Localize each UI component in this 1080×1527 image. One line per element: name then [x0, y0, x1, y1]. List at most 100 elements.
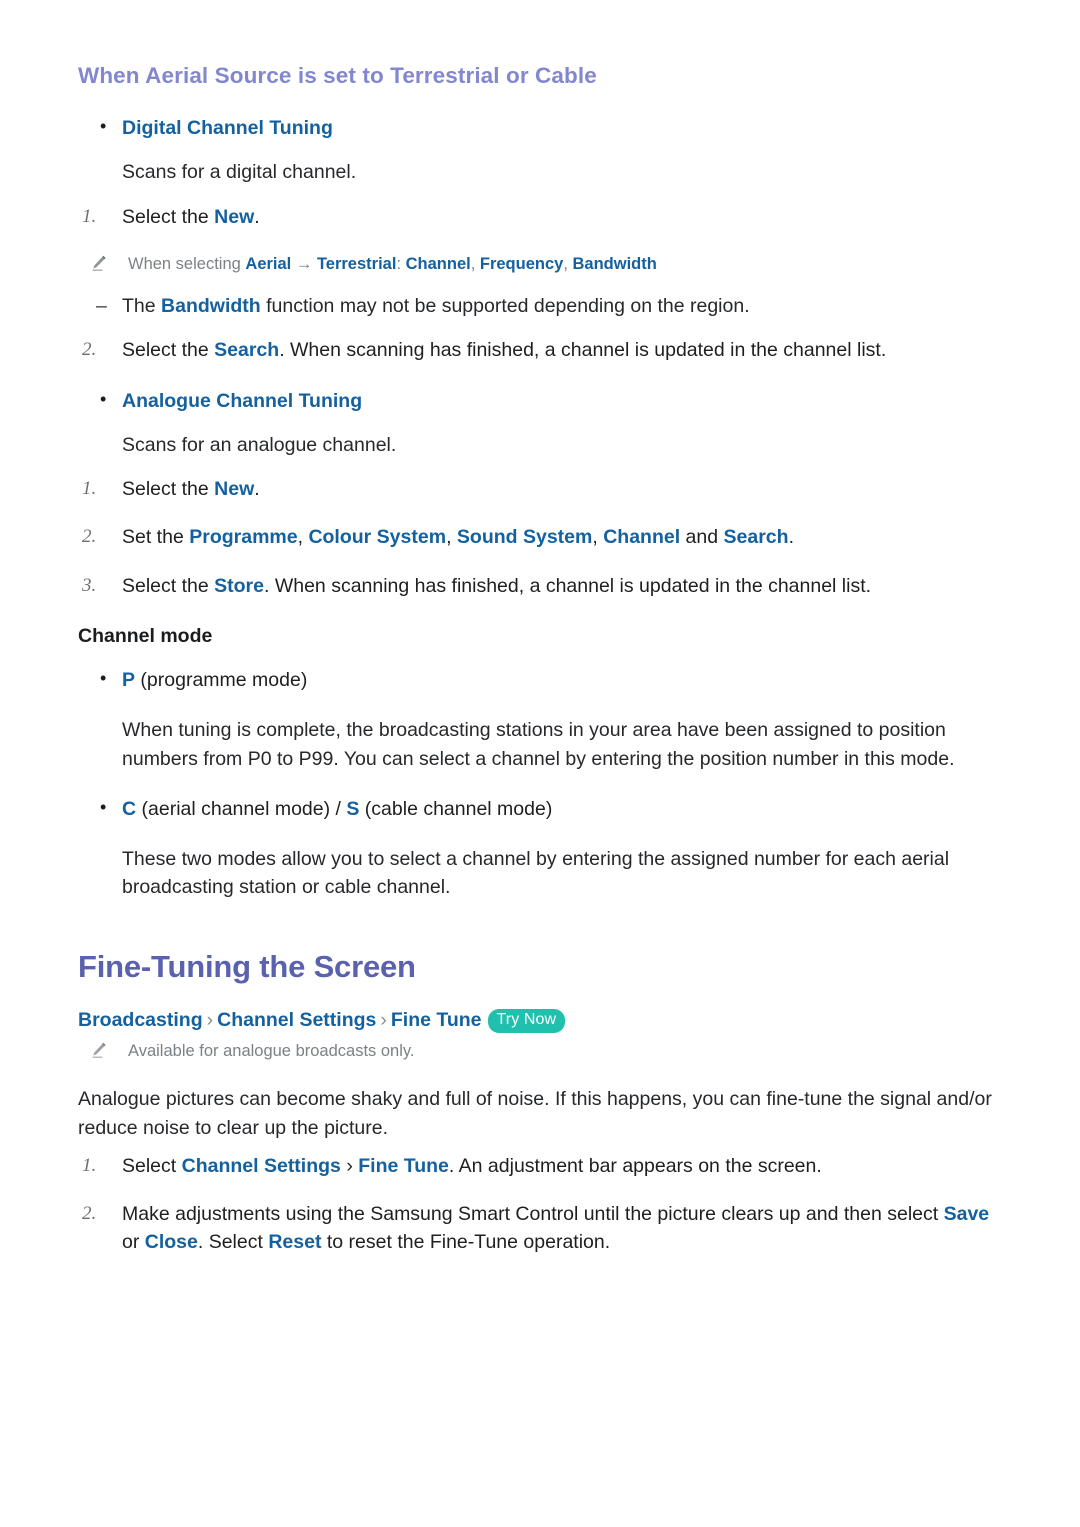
term-search: Search	[723, 526, 789, 549]
step-text-lead: Set the	[122, 526, 190, 549]
step-number: 1.	[82, 205, 97, 227]
list-item-analogue-channel-tuning: Analogue Channel Tuning	[78, 386, 1008, 415]
term-p: P	[122, 669, 136, 692]
step-number: 2.	[82, 526, 97, 548]
breadcrumb-item-fine-tune[interactable]: Fine Tune	[391, 1009, 482, 1031]
cs-mode-mid: (aerial channel mode) /	[136, 797, 347, 820]
term-sound-system: Sound System	[456, 526, 593, 549]
breadcrumb: Broadcasting › Channel Settings › Fine Tune T…	[78, 1007, 1008, 1034]
term-save: Save	[943, 1203, 990, 1226]
step-text-tail: .	[788, 526, 794, 549]
dash-note-bandwidth: The Bandwidth function may not be suppor…	[78, 292, 1008, 321]
step-text-tail: .	[254, 478, 260, 501]
digital-tuning-steps-part1: 1. Select the New.	[78, 203, 1008, 231]
step-text-lead: Select the	[122, 205, 215, 228]
sep-comma-1: ,	[297, 526, 309, 549]
term-programme: Programme	[189, 526, 298, 549]
analogue-tuning-description: Scans for an analogue channel.	[122, 433, 397, 456]
step-number: 1.	[82, 1154, 97, 1176]
step-text-lead: Select the	[122, 339, 215, 362]
channel-mode-paragraph-cs: These two modes allow you to select a ch…	[122, 848, 950, 899]
section-heading: When Aerial Source is set to Terrestrial…	[78, 63, 597, 88]
term-fine-tune: Fine Tune	[358, 1154, 449, 1177]
breadcrumb-item-broadcasting[interactable]: Broadcasting	[78, 1009, 203, 1031]
term-channel: Channel	[603, 526, 681, 549]
channel-mode-title: Channel mode	[78, 624, 213, 647]
sep-comma-2: ,	[446, 526, 457, 549]
step-text-tail: . When scanning has finished, a channel …	[264, 574, 872, 597]
digital-tuning-steps-part2: 2. Select the Search. When scanning has …	[78, 336, 1008, 364]
note-available-analogue-only: Available for analogue broadcasts only.	[78, 1040, 1008, 1063]
step-text-tail: .	[254, 205, 260, 228]
channel-mode-paragraph-p: When tuning is complete, the broadcastin…	[122, 719, 955, 770]
digital-tuning-description: Scans for a digital channel.	[122, 161, 357, 184]
document-page: When Aerial Source is set to Terrestrial…	[0, 0, 1080, 1527]
term-analogue-channel-tuning: Analogue Channel Tuning	[122, 389, 363, 412]
term-new: New	[214, 478, 255, 501]
term-bandwidth: Bandwidth	[572, 254, 657, 273]
step-number: 1.	[82, 478, 97, 500]
chapter-heading: Fine-Tuning the Screen	[78, 948, 416, 984]
step-text-tail: to reset the Fine-Tune operation.	[321, 1231, 611, 1254]
step-text-tail: . When scanning has finished, a channel …	[279, 339, 887, 362]
fine-tuning-steps: 1. Select Channel Settings › Fine Tune. …	[78, 1152, 1008, 1257]
step-text-mid: . Select	[197, 1231, 269, 1254]
list-item: 3. Select the Store. When scanning has f…	[78, 572, 1008, 600]
term-reset: Reset	[268, 1231, 322, 1254]
analogue-tuning-steps: 1. Select the New. 2. Set the Programme,…	[78, 475, 1008, 600]
sep-comma-3: ,	[592, 526, 604, 549]
list-item-p-mode: P (programme mode)	[78, 665, 1008, 694]
term-channel-settings: Channel Settings	[181, 1154, 341, 1177]
fine-tuning-intro-paragraph: Analogue pictures can become shaky and f…	[78, 1088, 992, 1139]
list-item-c-s-mode: C (aerial channel mode) / S (cable chann…	[78, 794, 1008, 823]
note-lead: When selecting	[128, 254, 246, 273]
note-arrow: →	[291, 254, 317, 273]
step-number: 2.	[82, 339, 97, 361]
term-bandwidth: Bandwidth	[161, 295, 261, 318]
dash-note-lead: The	[122, 295, 162, 318]
analogue-tuning-bullet-list: Analogue Channel Tuning	[78, 386, 1008, 415]
note-when-selecting-aerial: When selecting Aerial → Terrestrial: Cha…	[78, 253, 1008, 276]
term-s: S	[346, 797, 360, 820]
term-store: Store	[214, 574, 264, 597]
term-search: Search	[214, 339, 280, 362]
document-content: When Aerial Source is set to Terrestrial…	[78, 62, 1008, 1257]
chevron-right-icon: ›	[206, 1008, 214, 1031]
term-aerial: Aerial	[245, 254, 292, 273]
note-colon: :	[396, 254, 406, 273]
pencil-icon	[90, 254, 108, 272]
chevron-right-icon: ›	[380, 1008, 387, 1031]
p-mode-tail: (programme mode)	[135, 669, 308, 692]
term-c: C	[122, 797, 137, 820]
sep-and: and	[680, 526, 724, 549]
channel-mode-list-cs: C (aerial channel mode) / S (cable chann…	[78, 794, 1008, 823]
list-item: 2. Make adjustments using the Samsung Sm…	[78, 1200, 1008, 1257]
term-terrestrial: Terrestrial	[316, 254, 397, 273]
note-comma-2: ,	[563, 254, 573, 273]
term-digital-channel-tuning: Digital Channel Tuning	[122, 117, 333, 140]
breadcrumb-item-channel-settings[interactable]: Channel Settings	[217, 1009, 376, 1031]
step-text-lead: Make adjustments using the Samsung Smart…	[122, 1203, 944, 1226]
term-frequency: Frequency	[479, 254, 564, 273]
step-number: 3.	[82, 574, 97, 596]
note-text: Available for analogue broadcasts only.	[128, 1042, 415, 1061]
channel-mode-list-p: P (programme mode)	[78, 665, 1008, 694]
term-channel: Channel	[405, 254, 471, 273]
term-new: New	[214, 205, 255, 228]
dash-note-tail: function may not be supported depending …	[260, 295, 750, 318]
cs-mode-tail: (cable channel mode)	[359, 797, 553, 820]
chevron-right-icon: ›	[340, 1154, 359, 1177]
pencil-icon	[90, 1041, 108, 1059]
list-item: 1. Select Channel Settings › Fine Tune. …	[78, 1152, 1008, 1180]
step-text-lead: Select	[122, 1154, 182, 1177]
term-colour-system: Colour System	[308, 526, 447, 549]
list-item: 2. Select the Search. When scanning has …	[78, 336, 1008, 364]
list-item: 1. Select the New.	[78, 203, 1008, 231]
list-item: 1. Select the New.	[78, 475, 1008, 503]
list-item: 2. Set the Programme, Colour System, Sou…	[78, 523, 1008, 551]
step-number: 2.	[82, 1203, 97, 1225]
note-comma-1: ,	[470, 254, 480, 273]
sep-or: or	[122, 1231, 145, 1254]
step-text-tail: . An adjustment bar appears on the scree…	[448, 1154, 822, 1177]
try-now-badge[interactable]: Try Now	[487, 1008, 566, 1033]
